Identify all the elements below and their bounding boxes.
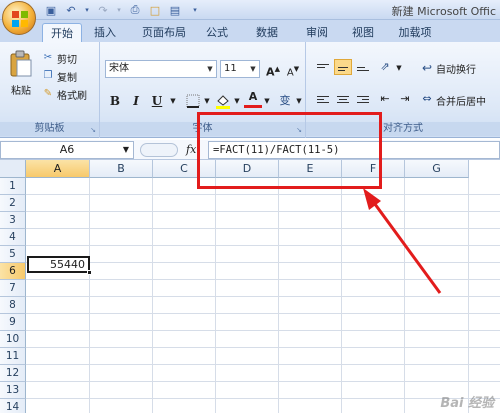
annotation-arrow (363, 188, 442, 294)
watermark: Bai 经验 (440, 396, 494, 411)
